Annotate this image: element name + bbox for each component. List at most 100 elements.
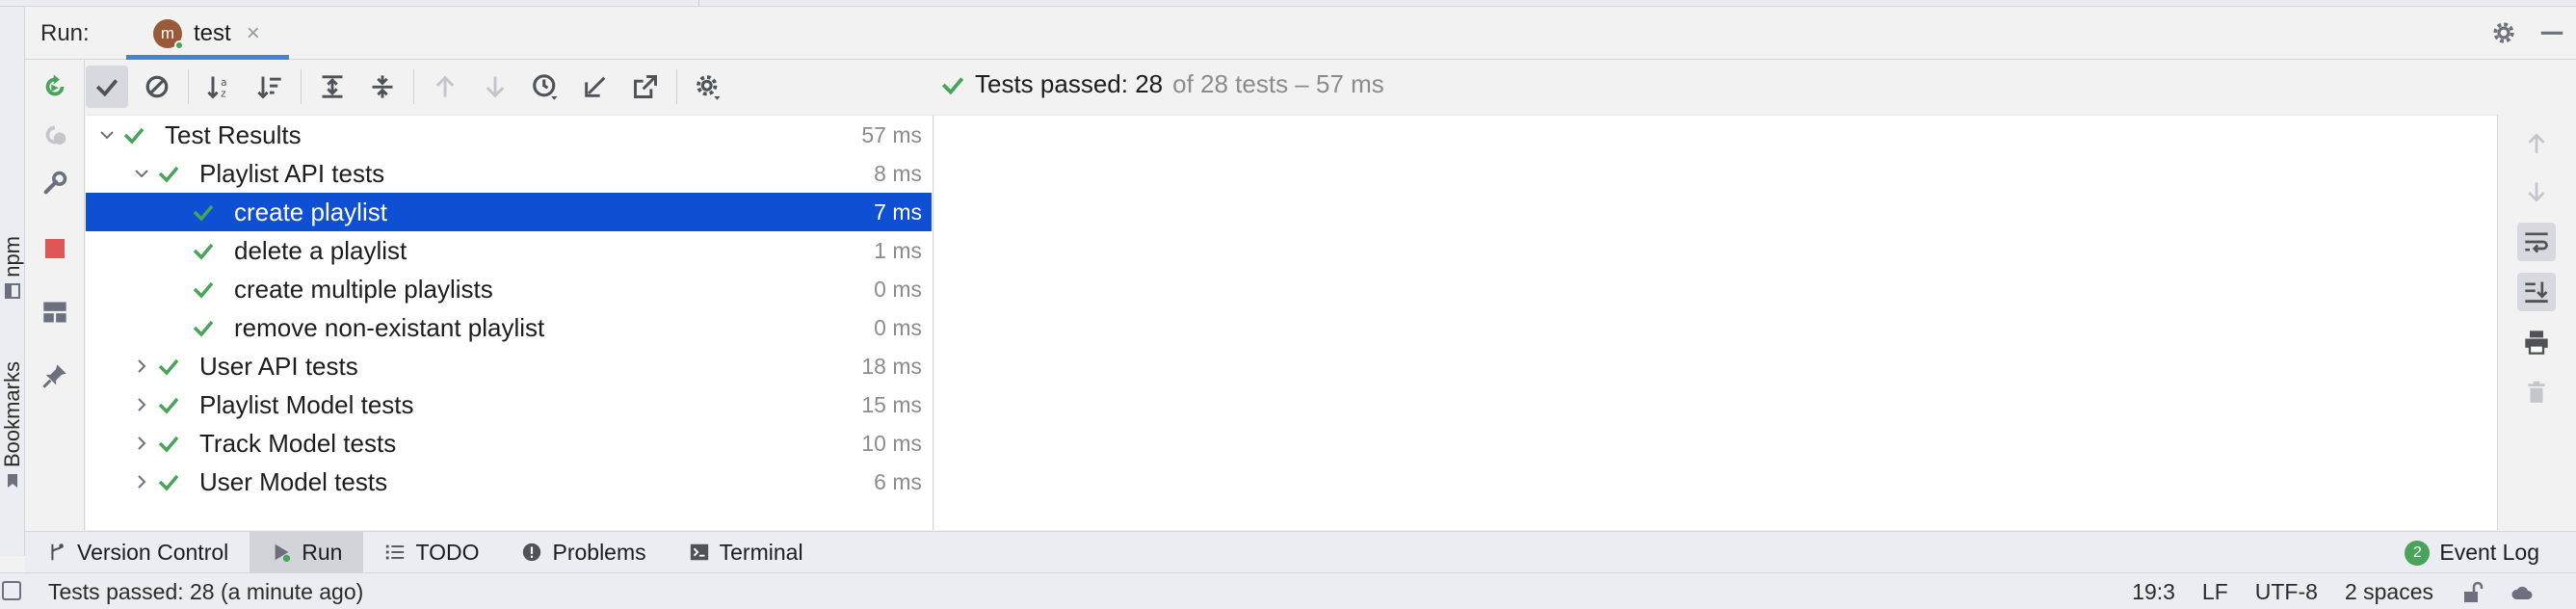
next-failed-button[interactable] [474,66,516,108]
tool-tab-run[interactable]: Run [250,531,364,573]
sort-alpha-icon: az [207,76,227,100]
tree-row[interactable]: create playlist 7 ms [86,193,932,231]
gear-icon[interactable] [2489,18,2518,47]
tree-row[interactable]: Test Results 57 ms [86,116,932,154]
tree-row-label: Playlist API tests [199,158,385,188]
event-log-tab[interactable]: 2 Event Log [2405,532,2539,573]
minimize-icon[interactable] [2537,18,2566,47]
toolbar-separator [188,69,189,104]
npm-tool-tab[interactable]: npm [0,236,25,299]
tool-tab-todo[interactable]: TODO [363,532,500,573]
trash-icon [2528,381,2545,403]
left-tool-strip: npm Bookmarks [0,7,25,556]
chevron-down-icon[interactable] [132,164,151,183]
line-separator[interactable]: LF [2202,579,2228,605]
arrow-down-icon [486,76,505,98]
import-tests-button[interactable] [574,66,617,108]
tree-row[interactable]: remove non-existant playlist 0 ms [86,308,932,347]
unlock-icon[interactable] [2460,581,2484,604]
indent-setting[interactable]: 2 spaces [2345,579,2433,605]
printer-icon [2525,331,2548,355]
tree-row[interactable]: create multiple playlists 0 ms [86,270,932,308]
import-icon [585,76,606,97]
stop-icon [45,239,65,258]
close-icon[interactable]: × [247,20,260,47]
chevron-right-icon[interactable] [132,434,151,453]
history-clock-icon [533,74,558,100]
chevron-down-icon[interactable] [97,125,117,145]
tree-row-label: Test Results [165,119,302,149]
tree-row[interactable]: Playlist Model tests 15 ms [86,385,932,424]
mocha-icon-letter: m [160,23,175,42]
tree-row-label: create multiple playlists [234,274,493,304]
tree-row[interactable]: delete a playlist 1 ms [86,231,932,270]
rerun-failed-button[interactable] [38,118,72,152]
npm-panel-icon [5,282,20,299]
passed-check-icon [193,204,214,222]
tree-row[interactable]: User API tests 18 ms [86,347,932,385]
scroll-up-button[interactable] [2517,124,2556,163]
layout-button[interactable] [38,295,72,330]
cloud-sync-icon[interactable] [2510,581,2534,604]
chevron-right-icon[interactable] [132,357,151,376]
tree-row-label: User API tests [199,351,358,381]
tree-row[interactable]: Playlist API tests 8 ms [86,154,932,193]
tool-tab-terminal[interactable]: Terminal [668,532,825,573]
expand-all-button[interactable] [311,66,354,108]
arrow-up-icon [435,75,455,97]
run-label: Run: [40,20,90,46]
tree-row[interactable]: Track Model tests 10 ms [86,424,932,463]
edit-configuration-button[interactable] [38,166,72,200]
passed-check-icon [158,166,179,183]
collapse-all-button[interactable] [361,66,404,108]
terminal-icon [690,543,708,561]
chevron-right-icon[interactable] [132,472,151,491]
test-history-button[interactable] [524,66,566,108]
soft-wrap-button[interactable] [2517,223,2556,261]
list-icon [386,544,405,560]
pin-tab-button[interactable] [38,358,72,393]
ignored-icon [145,75,169,98]
show-passed-button[interactable] [86,66,128,108]
export-tests-button[interactable] [624,66,667,108]
caret-position[interactable]: 19:3 [2132,579,2175,605]
show-ignored-button[interactable] [136,66,178,108]
toggle-panels-icon[interactable] [2,581,21,600]
tree-row-label: Track Model tests [199,428,397,458]
print-button[interactable] [2517,323,2556,361]
tool-tab-version-control[interactable]: Version Control [25,532,250,573]
file-encoding[interactable]: UTF-8 [2255,579,2318,605]
bookmarks-tool-tab[interactable]: Bookmarks [0,361,25,489]
test-settings-button[interactable] [687,66,729,108]
svg-text:a: a [221,77,226,89]
previous-failed-button[interactable] [424,66,466,108]
stop-button[interactable] [38,231,72,266]
tree-row-label: delete a playlist [234,235,407,265]
sort-alphabetically-button[interactable]: az [198,66,241,108]
event-log-label: Event Log [2439,540,2539,565]
tree-row-label: create playlist [234,197,387,226]
npm-tab-label: npm [0,236,24,278]
scroll-to-end-button[interactable] [2517,273,2556,311]
summary-passed-text: Tests passed: 28 [975,69,1164,98]
layout-icon [43,302,66,323]
tool-tab-label: Run [302,539,343,565]
test-output-console[interactable] [934,115,2497,530]
rerun-button[interactable] [38,69,72,104]
tool-tab-problems[interactable]: Problems [500,532,667,573]
svg-text:z: z [221,89,226,100]
chevron-right-icon[interactable] [132,395,151,414]
passed-check-icon [158,436,179,453]
run-tab-test[interactable]: m test × [126,7,289,60]
gear-icon [697,75,721,100]
event-count-badge: 2 [2405,540,2431,566]
tree-row[interactable]: User Model tests 6 ms [86,463,932,501]
scroll-down-button[interactable] [2517,172,2556,211]
sort-duration-icon [257,76,281,99]
status-message[interactable]: Tests passed: 28 (a minute ago) [48,579,363,605]
sort-by-duration-button[interactable] [249,66,291,108]
tree-row-duration: 1 ms [874,237,922,263]
scroll-to-end-icon [2525,281,2548,304]
clear-all-button[interactable] [2517,373,2556,411]
run-header: Run: m test × [25,7,2576,60]
